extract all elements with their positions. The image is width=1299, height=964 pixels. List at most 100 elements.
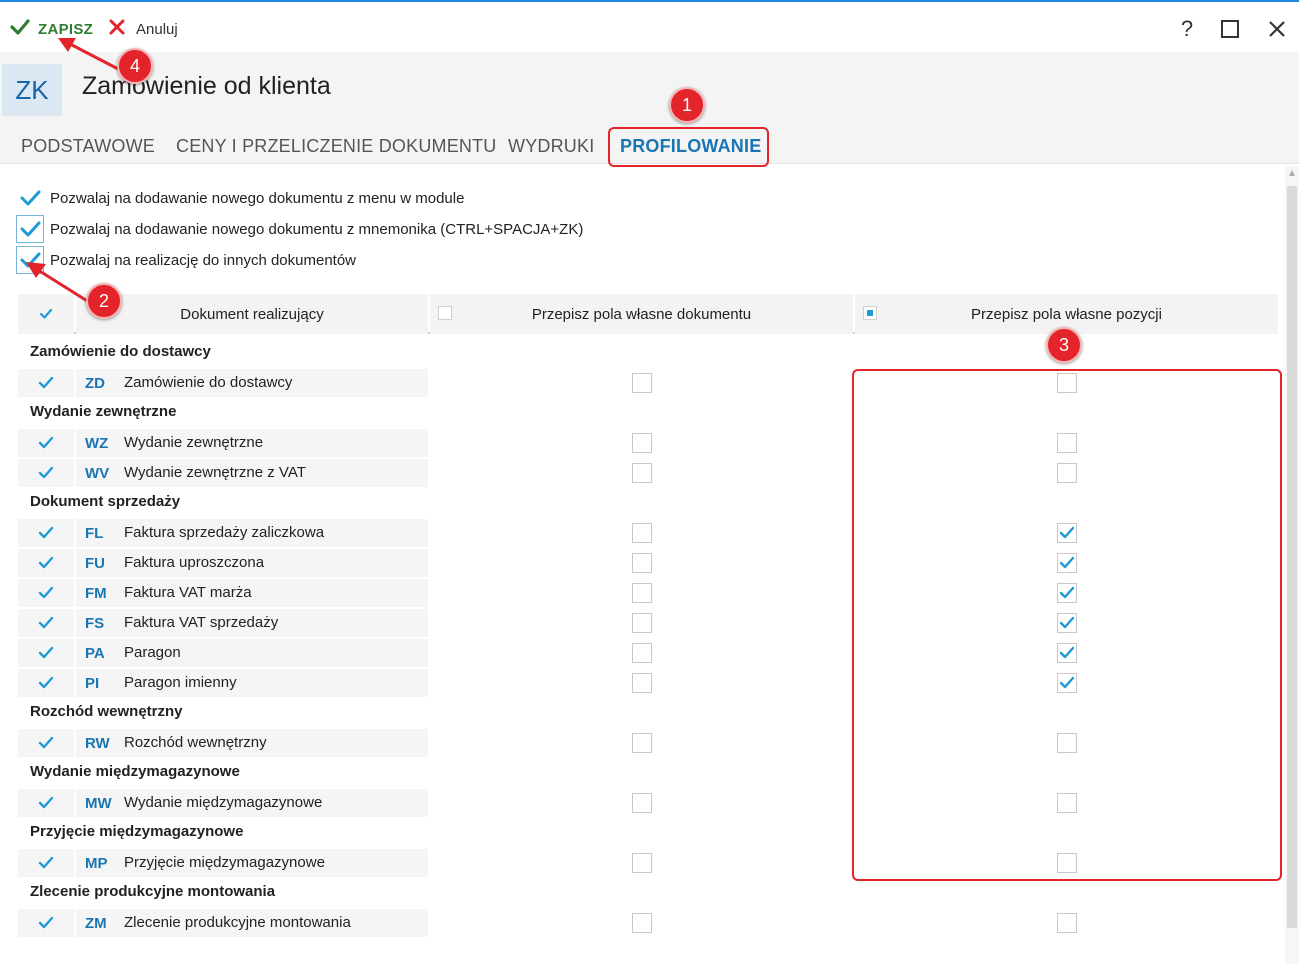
copy-position-fields-checkbox[interactable] [1056, 913, 1077, 933]
document-cell: FU Faktura uproszczona [76, 549, 428, 577]
row-select-checkbox[interactable] [18, 549, 74, 577]
option-checkbox[interactable] [16, 246, 44, 274]
copy-document-fields-cell [430, 849, 853, 877]
tab-wydruki[interactable]: WYDRUKI [508, 136, 594, 157]
vertical-scrollbar[interactable]: ▲ [1285, 166, 1299, 964]
checkmark-icon [36, 613, 56, 633]
header-checkbox[interactable] [438, 306, 452, 320]
table-header: Dokument realizujący Przepisz pola własn… [18, 294, 1278, 334]
save-button[interactable]: ZAPISZ [10, 16, 93, 42]
annotation-badge-2: 2 [86, 283, 122, 319]
row-select-checkbox[interactable] [18, 789, 74, 817]
row-select-checkbox[interactable] [18, 669, 74, 697]
document-symbol: WZ [85, 435, 109, 452]
cancel-button-label: Anuluj [136, 20, 178, 38]
row-select-checkbox[interactable] [18, 609, 74, 637]
select-all-checkbox[interactable] [18, 294, 74, 334]
checkmark-icon [36, 373, 56, 393]
scroll-up-icon[interactable]: ▲ [1285, 168, 1299, 182]
document-name: Paragon imienny [124, 674, 237, 691]
group-label: Zlecenie produkcyjne montowania [30, 883, 276, 900]
group-label: Dokument sprzedaży [30, 493, 181, 510]
tab-podstawowe[interactable]: PODSTAWOWE [21, 136, 155, 157]
cancel-button[interactable]: Anuluj [108, 16, 178, 42]
header-checkbox[interactable] [863, 306, 877, 320]
copy-document-fields-checkbox[interactable] [631, 433, 652, 453]
option-menu-module[interactable]: Pozwalaj na dodawanie nowego dokumentu z… [16, 184, 464, 212]
document-symbol: FM [85, 585, 107, 602]
document-symbol: MW [85, 795, 112, 812]
document-symbol: FL [85, 525, 104, 542]
copy-document-fields-checkbox[interactable] [631, 733, 652, 753]
copy-document-fields-checkbox[interactable] [631, 643, 652, 663]
document-cell: MP Przyjęcie międzymagazynowe [76, 849, 428, 877]
document-cell: PI Paragon imienny [76, 669, 428, 697]
option-label: Pozwalaj na dodawanie nowego dokumentu z… [50, 220, 584, 238]
row-select-checkbox[interactable] [18, 369, 74, 397]
copy-document-fields-cell [430, 909, 853, 937]
document-type-badge: ZK [2, 64, 62, 116]
option-checkbox[interactable] [16, 184, 44, 212]
document-symbol: WV [85, 465, 110, 482]
row-select-checkbox[interactable] [18, 639, 74, 667]
option-realization[interactable]: Pozwalaj na realizację do innych dokumen… [16, 246, 356, 274]
maximize-icon[interactable] [1216, 14, 1244, 44]
annotation-badge-1: 1 [669, 87, 705, 123]
copy-document-fields-checkbox[interactable] [631, 793, 652, 813]
option-mnemonic[interactable]: Pozwalaj na dodawanie nowego dokumentu z… [16, 215, 583, 243]
copy-document-fields-cell [430, 729, 853, 757]
document-cell: FS Faktura VAT sprzedaży [76, 609, 428, 637]
document-name: Paragon [124, 644, 181, 661]
option-checkbox[interactable] [16, 215, 44, 243]
document-symbol: PA [85, 645, 105, 662]
column-header-copy-document[interactable]: Przepisz pola własne dokumentu [430, 294, 853, 334]
document-header: ZK Zamówienie od klienta [0, 52, 1299, 128]
annotation-badge-4: 4 [117, 48, 153, 84]
scroll-thumb[interactable] [1287, 186, 1297, 928]
tab-ceny[interactable]: CENY I PRZELICZENIE DOKUMENTU [176, 136, 497, 157]
copy-document-fields-checkbox[interactable] [631, 463, 652, 483]
group-label: Zamówienie do dostawcy [30, 343, 211, 360]
checkmark-icon [36, 733, 56, 753]
row-select-checkbox[interactable] [18, 849, 74, 877]
row-select-checkbox[interactable] [18, 519, 74, 547]
document-cell: ZM Zlecenie produkcyjne montowania [76, 909, 428, 937]
group-label: Wydanie zewnętrzne [30, 403, 177, 420]
copy-document-fields-checkbox[interactable] [631, 673, 652, 693]
document-name: Faktura VAT marża [124, 584, 252, 601]
row-select-checkbox[interactable] [18, 579, 74, 607]
copy-document-fields-checkbox[interactable] [631, 613, 652, 633]
document-name: Faktura VAT sprzedaży [124, 614, 279, 631]
copy-document-fields-cell [430, 519, 853, 547]
close-icon[interactable] [1263, 14, 1291, 44]
copy-document-fields-cell [430, 579, 853, 607]
group-label: Przyjęcie międzymagazynowe [30, 823, 244, 840]
document-symbol: FU [85, 555, 105, 572]
row-select-checkbox[interactable] [18, 429, 74, 457]
checkmark-icon [36, 553, 56, 573]
document-symbol: PI [85, 675, 100, 692]
copy-document-fields-checkbox[interactable] [631, 553, 652, 573]
copy-document-fields-checkbox[interactable] [631, 583, 652, 603]
row-select-checkbox[interactable] [18, 729, 74, 757]
document-name: Faktura sprzedaży zaliczkowa [124, 524, 325, 541]
table-row[interactable]: ZM Zlecenie produkcyjne montowania [18, 909, 1278, 937]
annotation-highlight-column [852, 369, 1282, 881]
help-icon[interactable]: ? [1173, 14, 1201, 44]
annotation-badge-3: 3 [1046, 327, 1082, 363]
group-label: Wydanie międzymagazynowe [30, 763, 240, 780]
toolbar: ZAPISZ Anuluj ? [0, 0, 1299, 52]
copy-document-fields-checkbox[interactable] [631, 523, 652, 543]
document-cell: ZD Zamówienie do dostawcy [76, 369, 428, 397]
document-cell: WZ Wydanie zewnętrzne [76, 429, 428, 457]
document-name: Przyjęcie międzymagazynowe [124, 854, 325, 871]
row-select-checkbox[interactable] [18, 459, 74, 487]
copy-document-fields-checkbox[interactable] [631, 373, 652, 393]
document-cell: FM Faktura VAT marża [76, 579, 428, 607]
copy-document-fields-checkbox[interactable] [631, 853, 652, 873]
document-name: Rozchód wewnętrzny [124, 734, 267, 751]
row-select-checkbox[interactable] [18, 909, 74, 937]
checkmark-icon [36, 523, 56, 543]
copy-document-fields-checkbox[interactable] [631, 913, 652, 933]
document-name: Faktura uproszczona [124, 554, 265, 571]
